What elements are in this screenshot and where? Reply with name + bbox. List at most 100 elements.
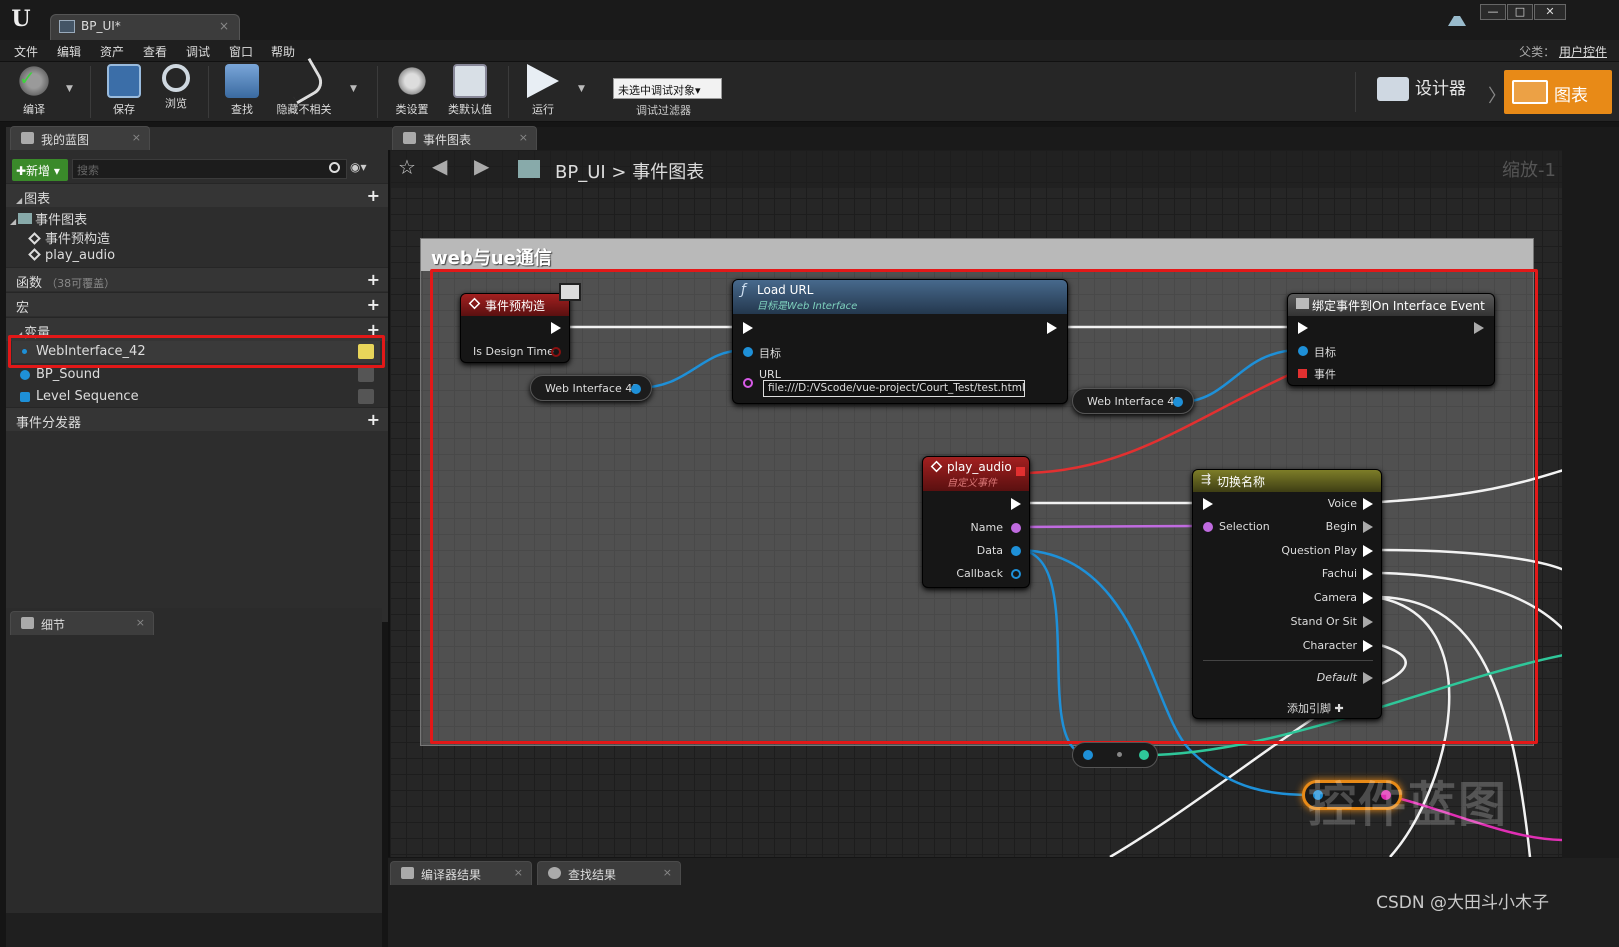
compiler-icon bbox=[401, 867, 414, 879]
event-graph-tab[interactable]: 事件图表 × bbox=[392, 126, 537, 150]
save-button[interactable]: 保存 bbox=[96, 64, 152, 120]
close-tab-icon[interactable]: × bbox=[663, 866, 672, 879]
minimize-button[interactable]: — bbox=[1480, 4, 1506, 20]
event-icon bbox=[28, 248, 41, 261]
struct-pin[interactable] bbox=[1139, 750, 1149, 760]
eye-visibility-icon[interactable] bbox=[358, 389, 374, 404]
class-settings-button[interactable]: 类设置 bbox=[384, 64, 440, 120]
object-pin[interactable] bbox=[1083, 750, 1093, 760]
tree-event-graph[interactable]: ◢ 事件图表 bbox=[10, 209, 87, 228]
title-bar: U BP_UI* × — □ ✕ bbox=[0, 0, 1619, 40]
close-window-button[interactable]: ✕ bbox=[1534, 4, 1566, 20]
graph-icon bbox=[1512, 80, 1548, 104]
functions-override-count: （38可覆盖） bbox=[46, 277, 116, 290]
save-icon bbox=[107, 64, 141, 98]
checklist-icon bbox=[453, 64, 487, 98]
close-tab-icon[interactable]: × bbox=[519, 131, 528, 144]
tree-event-item[interactable]: 事件预构造 bbox=[28, 228, 111, 247]
details-tab-label: 细节 bbox=[41, 618, 66, 632]
compile-button[interactable]: ✓ 编译 bbox=[6, 64, 62, 120]
close-tab-icon[interactable]: × bbox=[219, 19, 229, 33]
compiler-results-label: 编译器结果 bbox=[421, 868, 482, 882]
hide-unrelated-button[interactable]: 隐藏不相关 bbox=[276, 57, 332, 120]
designer-mode-button[interactable]: 设计器 bbox=[1377, 74, 1487, 112]
designer-icon bbox=[1377, 77, 1409, 101]
hide-unrelated-dropdown[interactable]: ▼ bbox=[350, 84, 357, 94]
debug-object-select[interactable]: 未选中调试对象▾ bbox=[613, 78, 722, 99]
tree-event-item[interactable]: play_audio bbox=[28, 248, 115, 263]
menu-asset[interactable]: 资产 bbox=[100, 43, 124, 60]
document-tab[interactable]: BP_UI* × bbox=[50, 14, 240, 40]
parent-class-label: 父类： bbox=[1519, 45, 1556, 59]
search-icon[interactable] bbox=[327, 159, 345, 179]
close-panel-icon[interactable]: × bbox=[136, 616, 145, 629]
close-panel-icon[interactable]: × bbox=[132, 131, 141, 144]
gear-icon bbox=[395, 64, 429, 98]
class-settings-label: 类设置 bbox=[395, 103, 429, 116]
variable-type-icon bbox=[20, 392, 30, 402]
browse-icon bbox=[162, 64, 190, 92]
designer-label: 设计器 bbox=[1415, 79, 1466, 99]
toolbar-separator bbox=[208, 66, 209, 118]
document-tab-label: BP_UI* bbox=[81, 19, 121, 33]
view-options-dropdown[interactable]: ◉▾ bbox=[350, 160, 367, 174]
learn-icon[interactable] bbox=[1448, 12, 1466, 26]
collapse-arrow-icon: ◢ bbox=[16, 196, 23, 205]
menu-window[interactable]: 窗口 bbox=[229, 43, 253, 60]
add-dispatcher-icon[interactable]: + bbox=[367, 410, 380, 429]
compile-options-dropdown[interactable]: ▼ bbox=[66, 84, 73, 94]
graph-mode-button[interactable]: 图表 bbox=[1504, 70, 1612, 114]
eye-visibility-icon[interactable] bbox=[358, 367, 374, 382]
menu-file[interactable]: 文件 bbox=[14, 43, 38, 60]
event-graph-tab-icon bbox=[403, 132, 416, 144]
variable-row[interactable]: Level Sequence bbox=[12, 386, 380, 408]
close-tab-icon[interactable]: × bbox=[514, 866, 523, 879]
menu-view[interactable]: 查看 bbox=[143, 43, 167, 60]
book-icon bbox=[21, 132, 34, 144]
browse-button[interactable]: 浏览 bbox=[148, 64, 204, 120]
widget-blueprint-icon bbox=[59, 20, 75, 33]
dispatchers-section[interactable]: 事件分发器 + bbox=[6, 407, 392, 431]
functions-section-label: 函数 bbox=[16, 276, 43, 291]
add-new-button[interactable]: ✚新增 ▾ bbox=[12, 159, 68, 181]
menu-debug[interactable]: 调试 bbox=[186, 43, 210, 60]
compile-icon: ✓ bbox=[17, 64, 51, 98]
find-button[interactable]: 查找 bbox=[214, 64, 270, 120]
magnifier-icon bbox=[21, 617, 34, 629]
maximize-button[interactable]: □ bbox=[1507, 4, 1533, 20]
hide-unrelated-icon bbox=[280, 57, 328, 105]
graphs-section[interactable]: ◢ 图表 + bbox=[6, 183, 392, 207]
my-blueprint-tab-label: 我的蓝图 bbox=[41, 133, 90, 147]
find-results-tab[interactable]: 查找结果 × bbox=[537, 861, 681, 885]
run-options-dropdown[interactable]: ▼ bbox=[578, 84, 585, 94]
run-button[interactable]: 运行 bbox=[515, 64, 571, 120]
reroute-node[interactable] bbox=[1072, 742, 1158, 768]
toolbar-separator bbox=[377, 66, 378, 118]
find-label: 查找 bbox=[231, 103, 253, 116]
class-defaults-button[interactable]: 类默认值 bbox=[442, 64, 498, 120]
dispatchers-section-label: 事件分发器 bbox=[16, 416, 82, 431]
variable-name: Level Sequence bbox=[36, 389, 139, 404]
find-icon bbox=[548, 867, 561, 879]
my-blueprint-tab[interactable]: 我的蓝图 × bbox=[10, 126, 150, 150]
details-tab[interactable]: 细节 × bbox=[10, 611, 154, 635]
event-graph-label: 事件图表 bbox=[35, 213, 88, 228]
menu-help[interactable]: 帮助 bbox=[271, 43, 295, 60]
add-graph-icon[interactable]: + bbox=[367, 186, 380, 205]
graph-editor-canvas[interactable]: ☆ ◀ ▶ BP_UI > 事件图表 缩放-1 web与ue通信 事件预构造 I… bbox=[388, 150, 1562, 857]
menu-edit[interactable]: 编辑 bbox=[57, 43, 81, 60]
event-icon bbox=[28, 232, 41, 245]
add-function-icon[interactable]: + bbox=[367, 270, 380, 289]
add-macro-icon[interactable]: + bbox=[367, 295, 380, 314]
left-bottom-strip bbox=[6, 913, 382, 947]
macros-section[interactable]: 宏 + bbox=[6, 292, 392, 316]
widget-blueprint-watermark: 控件蓝图 bbox=[1308, 777, 1509, 833]
parent-class: 父类： 用户控件 bbox=[1519, 43, 1607, 60]
variable-name: BP_Sound bbox=[36, 367, 101, 382]
functions-section[interactable]: 函数 （38可覆盖） + bbox=[6, 267, 392, 291]
compiler-results-tab[interactable]: 编译器结果 × bbox=[390, 861, 532, 885]
blueprint-search-input[interactable]: 搜索 bbox=[72, 159, 347, 179]
browse-label: 浏览 bbox=[165, 97, 187, 110]
parent-class-link[interactable]: 用户控件 bbox=[1559, 45, 1607, 59]
event-item-label: 事件预构造 bbox=[45, 232, 111, 247]
